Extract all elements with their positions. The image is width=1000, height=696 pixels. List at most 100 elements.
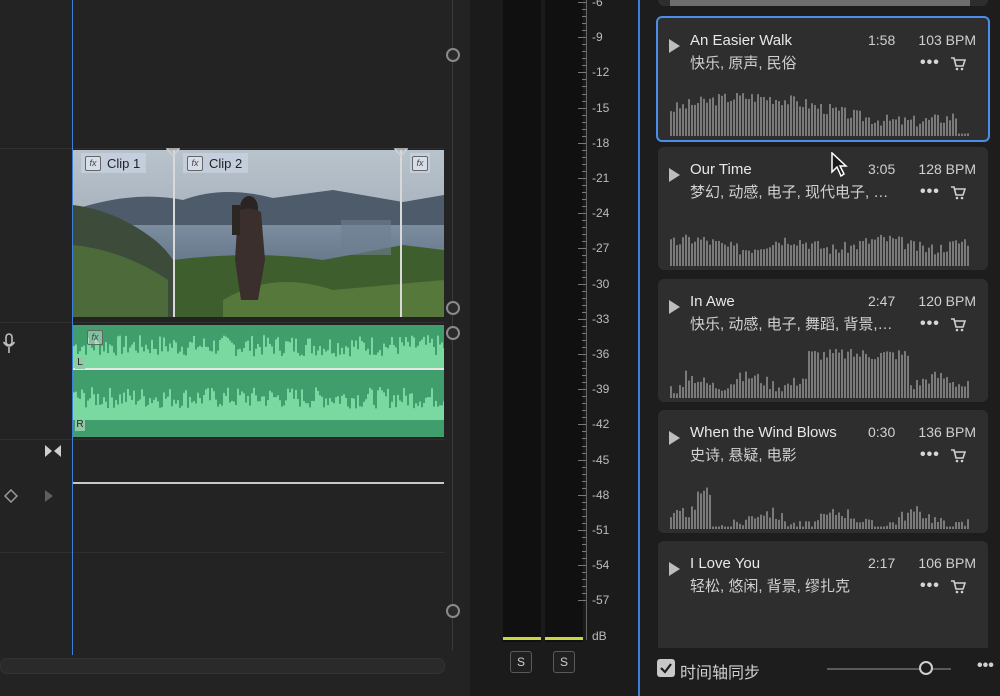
audio-clip-track[interactable]: fx L R [73,325,444,437]
play-icon[interactable] [669,300,680,314]
waveform-bar [844,518,846,529]
more-options-button[interactable]: ••• [920,54,940,72]
audio-wave-bar [353,398,355,420]
waveform-bar [955,522,957,529]
more-options-button[interactable]: ••• [977,657,994,675]
cart-icon[interactable] [950,579,966,594]
audio-wave-bar [323,348,325,368]
audio-wave-bar [361,341,363,368]
next-keyframe-icon[interactable] [44,489,54,503]
solo-button-left[interactable]: S [510,651,532,673]
scroll-handle[interactable] [446,301,460,315]
fx-badge[interactable]: fx [412,155,428,171]
scroll-handle[interactable] [446,604,460,618]
audio-wave-bar [345,346,347,368]
track-waveform[interactable] [670,81,970,136]
audio-wave-bar [251,393,253,420]
waveform-bar [919,385,921,398]
waveform-bar [820,103,822,136]
audio-wave-bar [227,337,229,368]
clip-label[interactable]: fx Clip 1 [81,153,147,173]
fx-badge[interactable]: fx [85,155,101,171]
cart-icon[interactable] [950,56,966,71]
waveform-bar [871,239,873,266]
audio-wave-bar [183,354,185,368]
audio-wave-bar [177,400,179,420]
db-minor-tick [582,58,586,60]
waveform-bar [820,359,822,398]
cart-icon[interactable] [950,185,966,200]
waveform-bar [805,99,807,136]
track-duration: 0:30 [868,424,896,440]
waveform-bar [958,243,960,266]
track-waveform[interactable] [670,474,970,529]
zoom-slider-handle[interactable] [919,661,933,675]
waveform-bar [808,521,810,529]
music-track-card[interactable]: Our Time 梦幻, 动感, 电子, 现代电子, … 3:05 128 BPM ••… [658,147,988,270]
microphone-icon[interactable] [2,333,16,355]
more-options-button[interactable]: ••• [920,577,940,595]
keyframe-icon[interactable] [4,489,18,503]
audio-wave-bar [107,353,109,368]
db-minor-tick [582,156,586,158]
transition-icon[interactable] [44,444,62,458]
more-options-button[interactable]: ••• [920,315,940,333]
play-icon[interactable] [669,168,680,182]
waveform-bar [682,104,684,136]
clip-edit-point[interactable] [400,150,402,317]
audio-wave-bar [153,348,155,368]
waveform-bar [844,107,846,136]
db-scale-label: -9 [592,30,603,45]
waveform-bar [706,383,708,398]
playhead[interactable] [72,0,73,655]
waveform-bar [721,95,723,136]
cart-icon[interactable] [950,317,966,332]
waveform-bar [961,241,963,266]
waveform-bar [886,241,888,266]
scroll-handle[interactable] [446,48,460,62]
waveform-bar [787,526,789,529]
play-icon[interactable] [669,431,680,445]
db-minor-tick [582,114,586,116]
horizontal-scrollbar[interactable] [0,658,445,674]
waveform-bar [853,518,855,529]
solo-button-right[interactable]: S [553,651,575,673]
music-track-card[interactable]: When the Wind Blows 史诗, 悬疑, 电影 0:30 136 BPM… [658,410,988,533]
play-icon[interactable] [669,562,680,576]
waveform-bar [787,104,789,136]
waveform-bar [835,515,837,529]
fx-badge[interactable]: fx [187,155,203,171]
clip-label[interactable]: fx Clip 2 [183,153,249,173]
db-scale-label: dB [592,628,607,643]
waveform-bar [940,518,942,529]
music-card-partial[interactable] [658,0,988,6]
track-waveform[interactable] [670,211,970,266]
audio-wave-bar [365,350,367,368]
more-options-button[interactable]: ••• [920,446,940,464]
timeline-sync-checkbox[interactable] [657,659,675,677]
play-icon[interactable] [669,39,680,53]
waveform-bar [784,237,786,266]
waveform-bar [751,516,753,529]
fx-badge[interactable]: fx [87,330,103,345]
waveform-bar [811,243,813,266]
waveform-bar [832,509,834,529]
audio-volume-line[interactable] [73,368,444,370]
clip-edit-point[interactable] [173,150,175,317]
clip-label[interactable]: fx [410,153,430,173]
scroll-handle[interactable] [446,326,460,340]
cart-icon[interactable] [950,448,966,463]
audio-wave-bar [371,389,373,420]
keyframe-line[interactable] [73,482,444,484]
more-options-button[interactable]: ••• [920,183,940,201]
waveform-bar [919,511,921,529]
music-track-card[interactable]: An Easier Walk 快乐, 原声, 民俗 1:58 103 BPM ••• [656,16,990,142]
audio-wave-bar [229,340,231,368]
waveform-bar [778,101,780,136]
video-clip-track[interactable]: fx Clip 1 fx Clip 2 fx [73,150,444,317]
music-track-card[interactable]: In Awe 快乐, 动感, 电子, 舞蹈, 背景,… 2:47 120 BPM ••• [658,279,988,402]
waveform-bar [772,381,774,398]
track-waveform[interactable] [670,343,970,398]
audio-wave-bar [159,336,161,368]
waveform-bar [676,245,678,266]
